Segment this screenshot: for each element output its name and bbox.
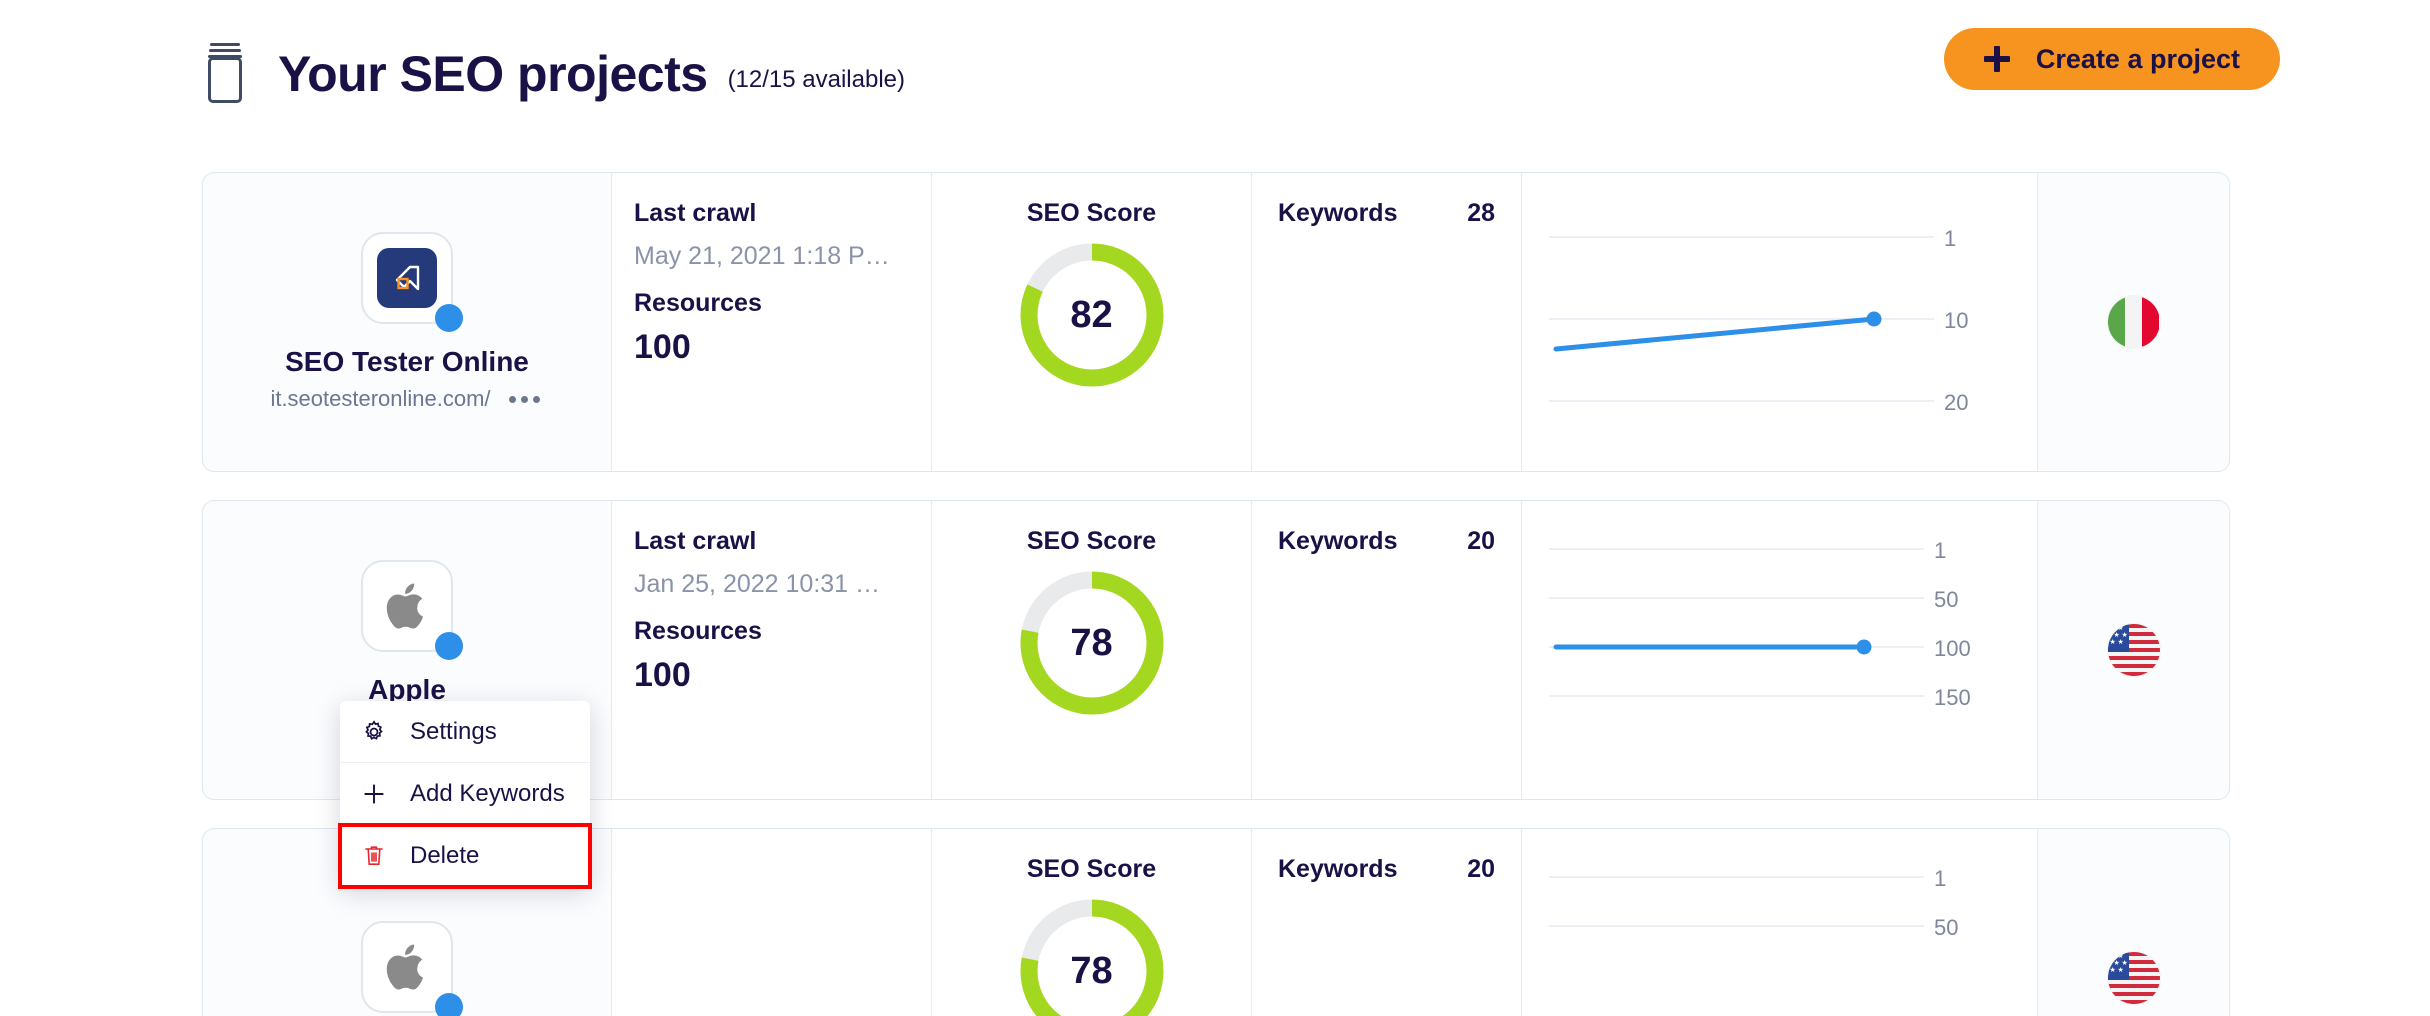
- keywords-cell: Keywords 28: [1251, 173, 1521, 471]
- plus-icon: [1984, 46, 2010, 72]
- apple-logo: [384, 941, 430, 993]
- status-badge: [435, 632, 463, 660]
- project-context-menu[interactable]: Settings Add Keywords: [340, 701, 590, 887]
- project-url: it.seotesteronline.com/: [270, 386, 490, 412]
- project-locale-cell: ★ ★ ★ ★ ★ ★: [2037, 501, 2229, 799]
- chart-ytick-2: 50: [1934, 587, 1958, 613]
- keywords-count: 20: [1467, 855, 1495, 884]
- keywords-label: Keywords: [1278, 527, 1397, 556]
- usa-flag: ★ ★ ★ ★ ★ ★: [2108, 624, 2160, 676]
- last-crawl-cell: Last crawl May 21, 2021 1:18 P… Resource…: [611, 173, 931, 471]
- trash-icon: [360, 843, 388, 869]
- keyword-position-chart[interactable]: 1 10 20: [1521, 173, 2037, 471]
- usa-flag: ★ ★ ★ ★ ★ ★: [2108, 952, 2160, 1004]
- project-name: SEO Tester Online: [285, 346, 529, 378]
- status-badge: [435, 304, 463, 332]
- projects-quota-label: (12/15 available): [728, 66, 905, 94]
- last-crawl-value: May 21, 2021 1:18 P…: [634, 242, 909, 271]
- avatar: [361, 921, 453, 1013]
- chart-ytick-2: 10: [1944, 308, 1968, 334]
- apple-logo: [384, 580, 430, 632]
- chart-ytick-3: 100: [1934, 636, 1971, 662]
- seo-score-donut: 78: [1017, 896, 1167, 1016]
- seo-score-value: 78: [1017, 896, 1167, 1016]
- status-badge: [435, 993, 463, 1016]
- last-crawl-label: Last crawl: [634, 527, 909, 556]
- seo-score-cell: SEO Score 82: [931, 173, 1251, 471]
- seo-tester-online-logo: [377, 248, 437, 308]
- chart-ytick-1: 1: [1944, 226, 1956, 252]
- keywords-cell: Keywords 20: [1251, 829, 1521, 1016]
- projects-page: Your SEO projects (12/15 available) Crea…: [0, 0, 2430, 1016]
- resources-value: 100: [634, 656, 909, 695]
- keywords-label: Keywords: [1278, 199, 1397, 228]
- italy-flag: [2108, 296, 2160, 348]
- last-crawl-label: Last crawl: [634, 199, 909, 228]
- menu-item-label: Add Keywords: [410, 780, 565, 808]
- create-project-button[interactable]: Create a project: [1944, 28, 2280, 90]
- last-crawl-cell: Last crawl Jan 25, 2022 10:31 … Resource…: [611, 501, 931, 799]
- chart-ytick-2: 50: [1934, 915, 1958, 941]
- menu-item-settings[interactable]: Settings: [340, 701, 590, 763]
- resources-value: 100: [634, 328, 909, 367]
- create-project-label: Create a project: [2036, 44, 2240, 75]
- menu-item-add-keywords[interactable]: Add Keywords: [340, 763, 590, 825]
- avatar: [361, 560, 453, 652]
- arrow-glyph-icon: [388, 259, 426, 297]
- keywords-cell: Keywords 20: [1251, 501, 1521, 799]
- menu-item-label: Delete: [410, 842, 479, 870]
- resources-label: Resources: [634, 617, 909, 646]
- seo-score-label: SEO Score: [1027, 527, 1156, 556]
- projects-list: SEO Tester Online it.seotesteronline.com…: [202, 172, 2230, 1016]
- last-crawl-value: Jan 25, 2022 10:31 …: [634, 570, 909, 599]
- last-crawl-cell: [611, 829, 931, 1016]
- book-icon: [202, 43, 248, 105]
- avatar: [361, 232, 453, 324]
- menu-item-label: Settings: [410, 718, 497, 746]
- project-locale-cell: ★ ★ ★ ★ ★ ★: [2037, 829, 2229, 1016]
- chart-ytick-3: 20: [1944, 390, 1968, 416]
- page-header: Your SEO projects (12/15 available) Crea…: [0, 0, 2430, 148]
- chart-ytick-4: 150: [1934, 685, 1971, 711]
- chart-ytick-1: 1: [1934, 866, 1946, 892]
- gear-icon: [360, 719, 388, 745]
- chart-ytick-1: 1: [1934, 538, 1946, 564]
- seo-score-label: SEO Score: [1027, 199, 1156, 228]
- keywords-count: 20: [1467, 527, 1495, 556]
- seo-score-donut: 82: [1017, 240, 1167, 390]
- seo-score-label: SEO Score: [1027, 855, 1156, 884]
- seo-score-value: 78: [1017, 568, 1167, 718]
- keyword-position-chart[interactable]: 1 50: [1521, 829, 2037, 1016]
- project-locale-cell: [2037, 173, 2229, 471]
- seo-score-cell: SEO Score 78: [931, 829, 1251, 1016]
- project-url-row: it.seotesteronline.com/: [270, 386, 543, 412]
- keywords-label: Keywords: [1278, 855, 1397, 884]
- seo-score-cell: SEO Score 78: [931, 501, 1251, 799]
- project-info-cell[interactable]: SEO Tester Online it.seotesteronline.com…: [203, 173, 611, 471]
- plus-icon: [360, 781, 388, 807]
- keywords-count: 28: [1467, 199, 1495, 228]
- seo-score-value: 82: [1017, 240, 1167, 390]
- project-options-menu-button[interactable]: [505, 392, 544, 407]
- menu-item-delete[interactable]: Delete: [340, 825, 590, 887]
- page-title: Your SEO projects: [278, 45, 708, 103]
- header-title-group: Your SEO projects (12/15 available): [202, 43, 905, 105]
- table-row[interactable]: SEO Tester Online it.seotesteronline.com…: [202, 172, 2230, 472]
- seo-score-donut: 78: [1017, 568, 1167, 718]
- resources-label: Resources: [634, 289, 909, 318]
- keyword-position-chart[interactable]: 1 50 100 150: [1521, 501, 2037, 799]
